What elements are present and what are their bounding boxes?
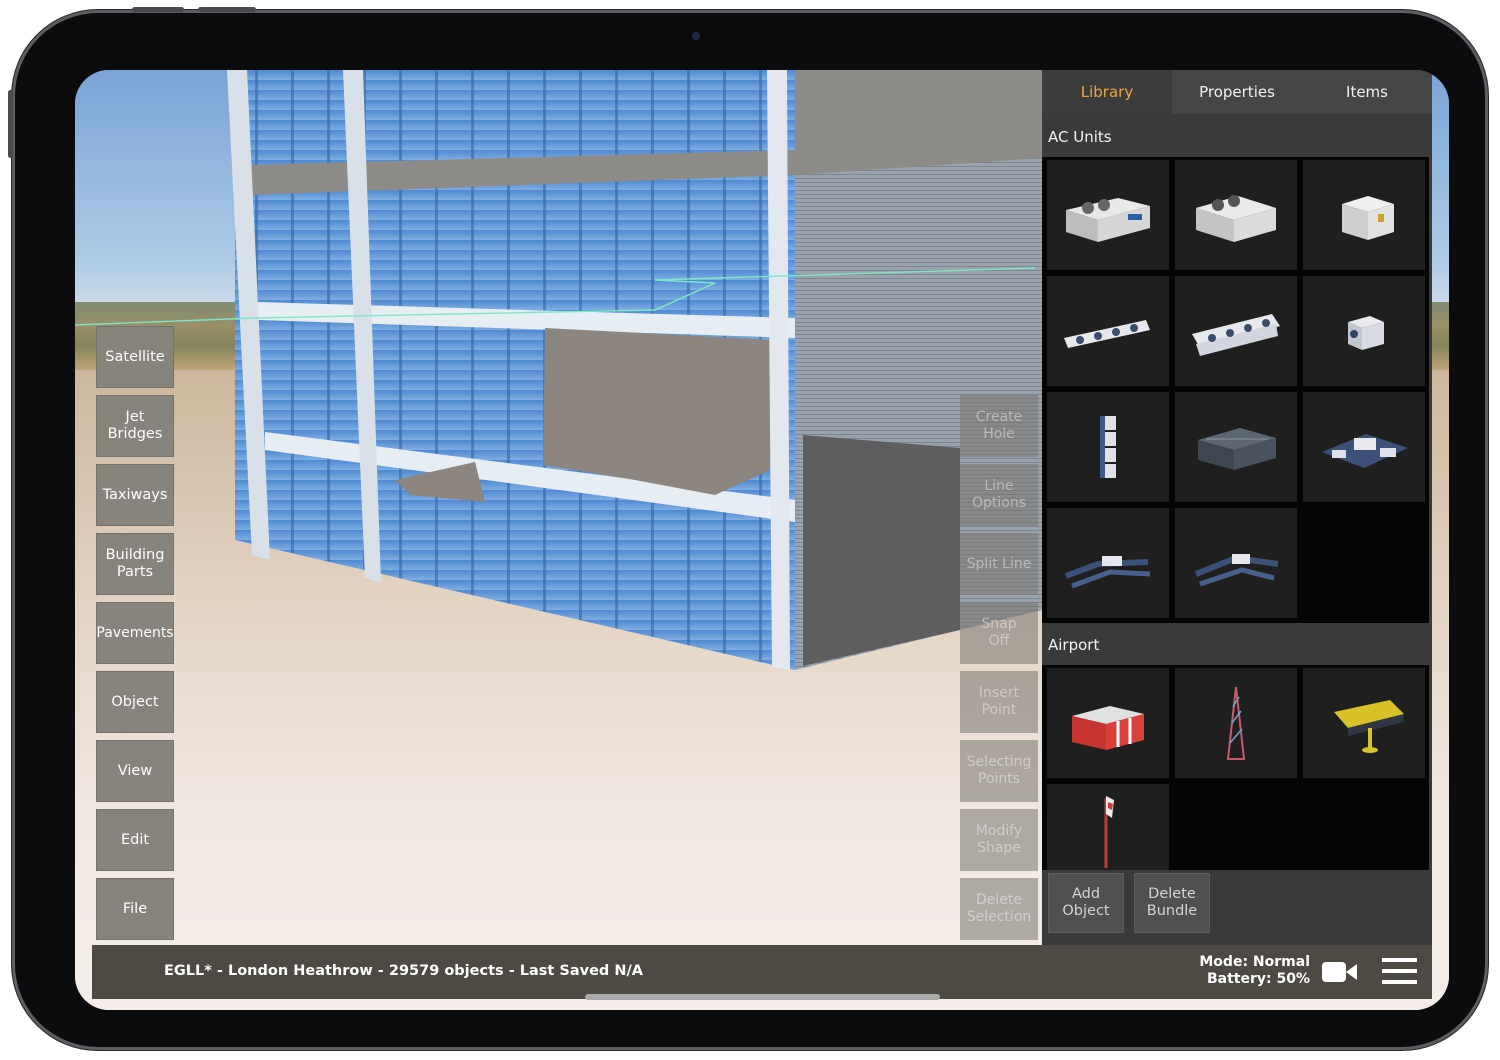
airport-lattice-mast-thumbnail[interactable] bbox=[1175, 668, 1297, 778]
front-camera bbox=[692, 32, 700, 40]
top-button bbox=[132, 7, 184, 12]
ac-unit-icon bbox=[1198, 428, 1276, 470]
button-label: View bbox=[117, 762, 153, 779]
modify-shape-button[interactable]: Modify Shape bbox=[960, 809, 1038, 871]
windsock-icon bbox=[1104, 796, 1114, 868]
ac-unit-plant-assembly-thumbnail[interactable] bbox=[1303, 392, 1425, 502]
section-title-ac-units: AC Units bbox=[1048, 128, 1112, 146]
tab-label: Library bbox=[1080, 83, 1134, 101]
volume-button bbox=[8, 90, 13, 158]
sidebar-edit-button[interactable]: Edit bbox=[96, 809, 174, 871]
sidebar-pavements-button[interactable]: Pavements bbox=[96, 602, 174, 664]
sidebar-jet-bridges-button[interactable]: Jet Bridges bbox=[96, 395, 174, 457]
ac-unit-compact-thumbnail[interactable] bbox=[1303, 160, 1425, 270]
button-label: Jet Bridges bbox=[107, 409, 163, 442]
delete-bundle-button[interactable]: Delete Bundle bbox=[1134, 873, 1210, 933]
sidebar-satellite-button[interactable]: Satellite bbox=[96, 326, 174, 388]
button-label: Delete Selection bbox=[966, 892, 1032, 925]
ac-unit-icon bbox=[1064, 556, 1151, 589]
shelter-icon bbox=[1072, 706, 1144, 750]
ac-unit-rooftop-grille-thumbnail[interactable] bbox=[1175, 392, 1297, 502]
sign-icon bbox=[1334, 700, 1404, 753]
ac-unit-icon bbox=[1194, 554, 1279, 587]
insert-point-button[interactable]: Insert Point bbox=[960, 671, 1038, 733]
create-hole-button[interactable]: Create Hole bbox=[960, 395, 1038, 457]
mode-text: Mode: Normal bbox=[1199, 954, 1310, 970]
sidebar-building-parts-button[interactable]: Building Parts bbox=[96, 533, 174, 595]
spandrel bbox=[795, 70, 1042, 175]
ac-unit-icon bbox=[1196, 195, 1276, 242]
ac-unit-icon bbox=[1064, 320, 1150, 348]
panel-tabs: Library Properties Items bbox=[1042, 70, 1432, 114]
airport-grid bbox=[1042, 665, 1429, 870]
airport-sign-board-thumbnail[interactable] bbox=[1303, 668, 1425, 778]
mode-battery-readout: Mode: Normal Battery: 50% bbox=[1199, 954, 1310, 988]
button-label: Snap Off bbox=[981, 616, 1017, 649]
side-panel bbox=[803, 435, 960, 666]
line-options-button[interactable]: Line Options bbox=[960, 464, 1038, 526]
ac-unit-vertical-stack-thumbnail[interactable] bbox=[1047, 392, 1169, 502]
camera-icon[interactable] bbox=[1322, 959, 1358, 989]
button-label: Satellite bbox=[105, 348, 165, 365]
delete-selection-button[interactable]: Delete Selection bbox=[960, 878, 1038, 940]
mast-icon bbox=[1226, 686, 1246, 760]
ac-unit-icon bbox=[1066, 198, 1150, 242]
button-label: Split Line bbox=[966, 555, 1032, 572]
section-title-airport: Airport bbox=[1048, 636, 1100, 654]
button-label: Edit bbox=[120, 831, 150, 848]
hamburger-menu-icon[interactable] bbox=[1382, 956, 1418, 990]
tab-properties[interactable]: Properties bbox=[1172, 70, 1302, 114]
ac-unit-twin-fan-thumbnail[interactable] bbox=[1175, 160, 1297, 270]
tab-library[interactable]: Library bbox=[1042, 70, 1172, 114]
button-label: Taxiways bbox=[102, 486, 168, 503]
sidebar-view-button[interactable]: View bbox=[96, 740, 174, 802]
button-label: Building Parts bbox=[105, 547, 165, 580]
ac-unit-duct-frame-thumbnail[interactable] bbox=[1175, 508, 1297, 618]
button-label: Add Object bbox=[1062, 886, 1110, 919]
split-line-button[interactable]: Split Line bbox=[960, 533, 1038, 595]
ac-unit-icon bbox=[1348, 316, 1384, 350]
sidebar-taxiways-button[interactable]: Taxiways bbox=[96, 464, 174, 526]
screen: Satellite Jet Bridges Taxiways Building … bbox=[75, 70, 1449, 1010]
button-label: Modify Shape bbox=[975, 823, 1023, 856]
tablet-frame: Satellite Jet Bridges Taxiways Building … bbox=[8, 7, 1488, 1050]
selecting-points-button[interactable]: Selecting Points bbox=[960, 740, 1038, 802]
button-label: Line Options bbox=[971, 478, 1027, 511]
add-object-button[interactable]: Add Object bbox=[1048, 873, 1124, 933]
sidebar-object-button[interactable]: Object bbox=[96, 671, 174, 733]
button-label: Pavements bbox=[96, 624, 174, 641]
tab-label: Properties bbox=[1199, 83, 1275, 101]
button-label: File bbox=[122, 900, 148, 917]
battery-text: Battery: 50% bbox=[1206, 971, 1310, 987]
ac-unit-icon bbox=[1342, 196, 1394, 240]
ac-unit-cluster-of-eight-thumbnail[interactable] bbox=[1175, 276, 1297, 386]
button-label: Delete Bundle bbox=[1146, 886, 1198, 919]
button-label: Create Hole bbox=[975, 409, 1023, 442]
ac-unit-small-split-thumbnail[interactable] bbox=[1303, 276, 1425, 386]
ac-unit-icon bbox=[1192, 314, 1280, 356]
snap-off-button[interactable]: Snap Off bbox=[960, 602, 1038, 664]
ac-unit-icon bbox=[1322, 434, 1408, 468]
ac-units-grid bbox=[1042, 157, 1429, 623]
top-button bbox=[198, 7, 256, 12]
airport-windsock-thumbnail[interactable] bbox=[1047, 784, 1169, 870]
tab-items[interactable]: Items bbox=[1302, 70, 1432, 114]
airport-red-shelter-thumbnail[interactable] bbox=[1047, 668, 1169, 778]
button-label: Selecting Points bbox=[966, 754, 1032, 787]
tab-label: Items bbox=[1346, 83, 1388, 101]
ac-unit-large-twin-fan-thumbnail[interactable] bbox=[1047, 160, 1169, 270]
button-label: Insert Point bbox=[978, 685, 1020, 718]
status-bar: EGLL* - London Heathrow - 29579 objects … bbox=[92, 945, 1432, 999]
ac-unit-duct-assembly-thumbnail[interactable] bbox=[1047, 508, 1169, 618]
project-status-text: EGLL* - London Heathrow - 29579 objects … bbox=[164, 963, 643, 979]
sidebar-file-button[interactable]: File bbox=[96, 878, 174, 940]
texture-patch bbox=[543, 328, 775, 495]
ac-unit-row-of-four-thumbnail[interactable] bbox=[1047, 276, 1169, 386]
button-label: Object bbox=[111, 693, 159, 710]
home-indicator bbox=[585, 994, 940, 1000]
ac-unit-icon bbox=[1100, 416, 1116, 478]
library-panel: Library Properties Items AC Units Airpor… bbox=[1042, 70, 1432, 945]
